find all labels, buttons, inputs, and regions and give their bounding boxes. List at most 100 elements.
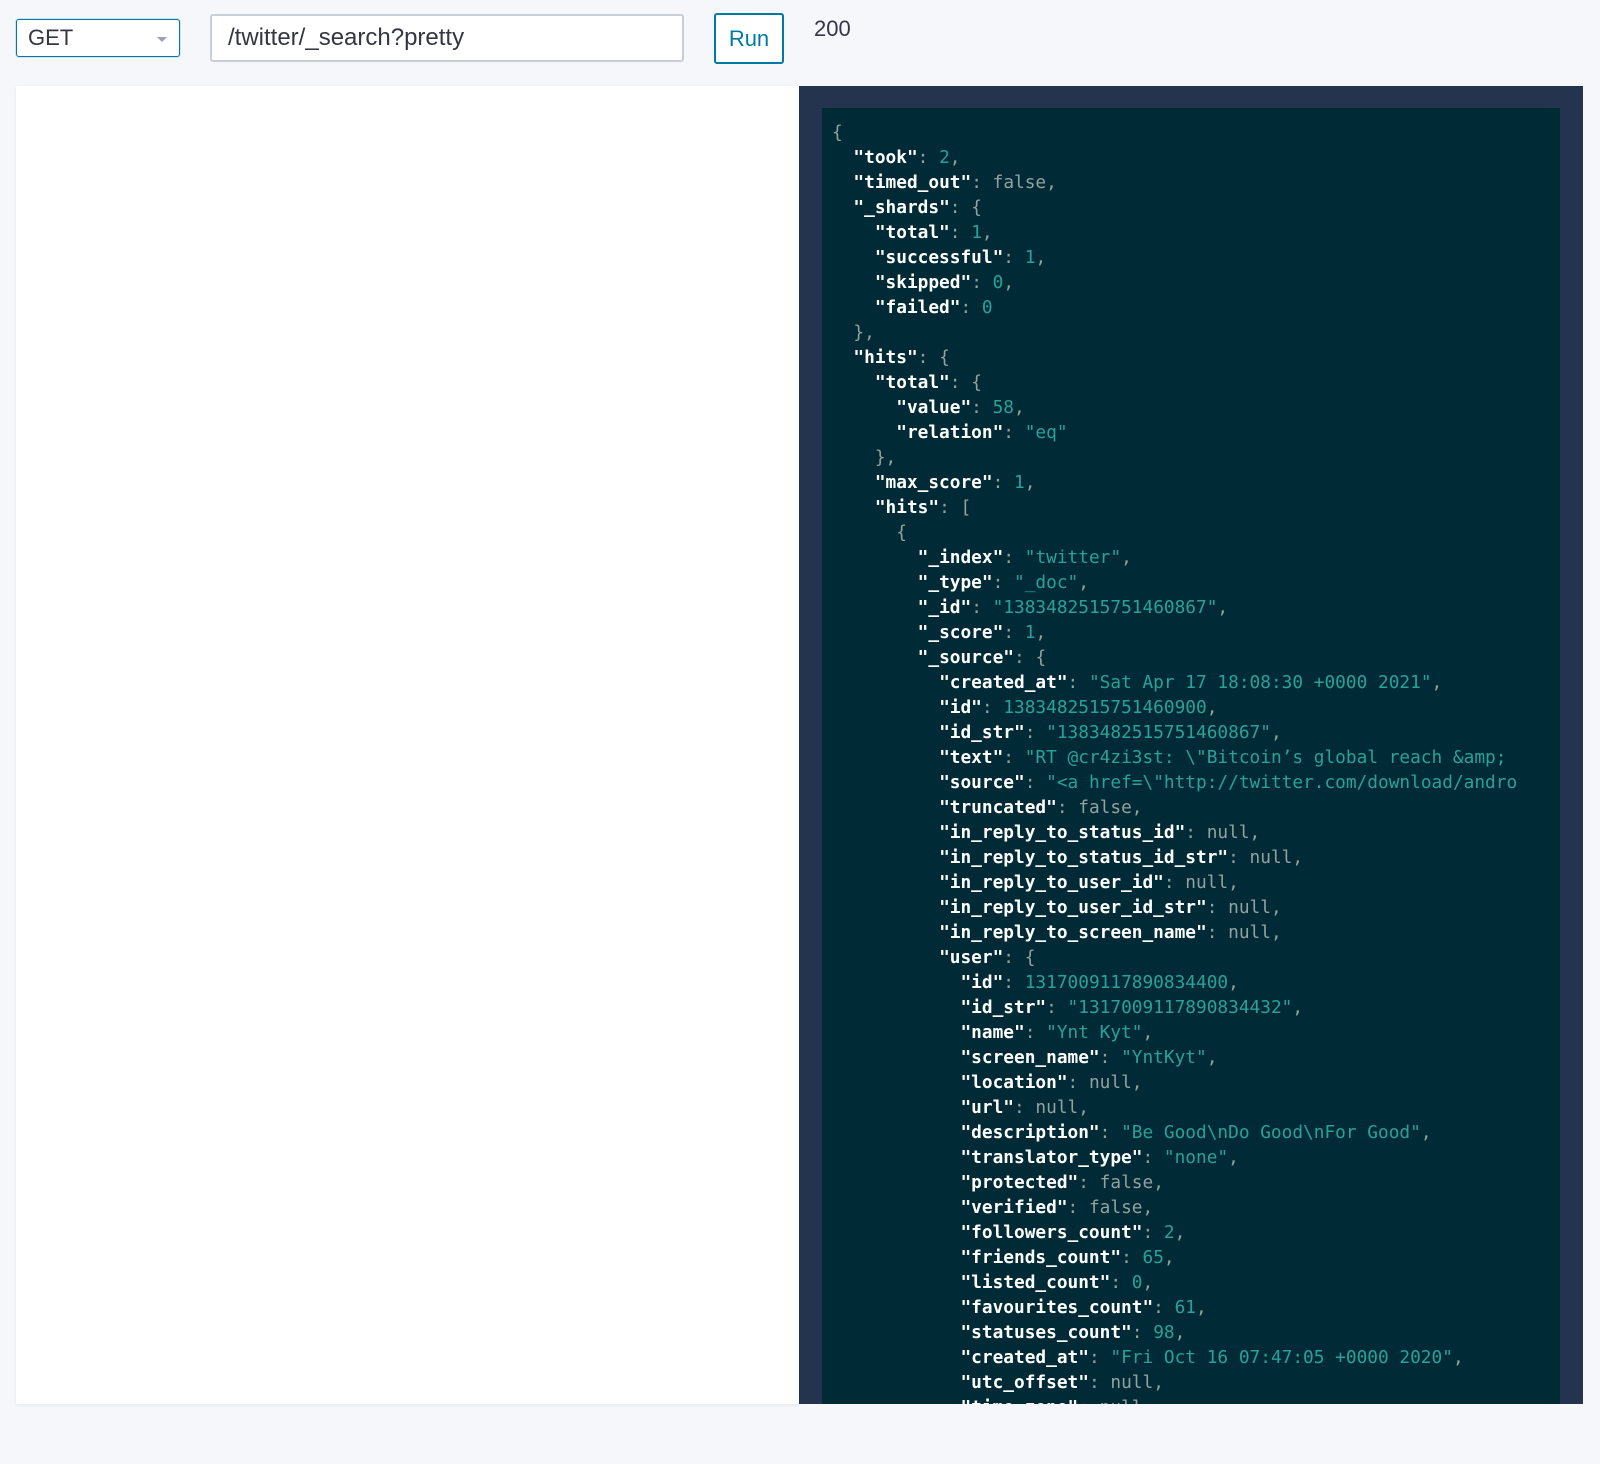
json-key: "in_reply_to_status_id" [939,822,1186,843]
json-value: "1383482515751460867" [992,597,1218,618]
json-value: 2 [1163,1222,1175,1243]
json-value: null [1185,872,1229,893]
json-key: "statuses_count" [960,1322,1132,1343]
json-line: "protected": false, [960,1172,1164,1193]
json-line: "friends_count": 65, [960,1247,1175,1268]
json-punctuation: { [896,522,907,543]
json-line: "statuses_count": 98, [960,1322,1186,1343]
json-key: "hits" [853,347,918,368]
json-key: "total" [874,222,950,243]
json-value: "Be Good\nDo Good\nFor Good" [1121,1122,1421,1143]
request-toolbar: GET Run 200 [0,0,1600,80]
response-panel: { "took": 2, "timed_out": false, "_shard… [799,86,1583,1404]
json-line: "_score": 1, [917,622,1047,643]
json-line: "translator_type": "none", [960,1147,1239,1168]
json-key: "timed_out" [853,172,972,193]
json-key: "favourites_count" [960,1297,1154,1318]
json-key: "in_reply_to_user_id" [939,872,1164,893]
json-line: { [832,520,1560,545]
json-line: }, [832,320,1560,345]
json-value: false [992,172,1047,193]
json-value: "Ynt Kyt" [1046,1022,1143,1043]
json-value: null [1035,1097,1079,1118]
json-line: "favourites_count": 61, [960,1297,1207,1318]
json-value: "Fri Oct 16 07:47:05 +0000 2020" [1110,1347,1453,1368]
json-value: 65 [1142,1247,1164,1268]
json-line: "value": 58, [896,397,1025,418]
json-key: "source" [939,772,1025,793]
json-line: "failed": 0 [874,297,993,318]
json-line: "in_reply_to_user_id_str": null, [939,897,1282,918]
json-line: "skipped": 0, [874,272,1015,293]
json-value: { [971,372,982,393]
response-status-code: 200 [814,16,851,41]
http-method-value: GET [28,25,74,50]
json-key: "verified" [960,1197,1068,1218]
json-value: "1383482515751460867" [1046,722,1271,743]
json-value: [ [960,497,972,518]
json-key: "_type" [917,572,993,593]
json-key: "_id" [917,597,972,618]
json-value: null [1249,847,1293,868]
json-value: 1 [971,222,982,243]
json-line: "name": "Ynt Kyt", [960,1022,1154,1043]
json-value: { [1024,947,1036,968]
json-key: "value" [896,397,972,418]
json-key: "protected" [960,1172,1079,1193]
run-button[interactable]: Run [714,13,784,64]
request-body-panel[interactable] [16,86,799,1404]
http-method-select[interactable]: GET [16,19,180,57]
json-key: "id" [939,697,982,718]
json-value: "twitter" [1024,547,1122,568]
json-line: "listed_count": 0, [960,1272,1154,1293]
json-value: 1 [1024,247,1036,268]
json-key: "text" [939,747,1004,768]
json-line: "id": 1383482515751460900, [939,697,1218,718]
json-line: "user": { [939,947,1036,968]
json-line: "verified": false, [960,1197,1154,1218]
json-line: "successful": 1, [874,247,1047,268]
json-line: "time_zone": null, [832,1395,1560,1404]
request-url-input[interactable] [210,14,684,62]
json-value: 1 [1014,472,1025,493]
json-line: "hits": { [853,347,950,368]
json-line: "truncated": false, [939,797,1143,818]
json-key: "max_score" [874,472,993,493]
json-key: "truncated" [939,797,1057,818]
json-value: 61 [1174,1297,1197,1318]
json-line: "in_reply_to_status_id_str": null, [939,847,1304,868]
json-value: 98 [1153,1322,1175,1343]
json-key: "description" [960,1122,1100,1143]
json-key: "created_at" [939,672,1068,693]
json-value: { [971,197,982,218]
json-key: "id" [960,972,1004,993]
json-line: "_index": "twitter", [917,547,1132,568]
json-line: "took": 2, [853,147,961,168]
json-value: "Sat Apr 17 18:08:30 +0000 2021" [1088,672,1432,693]
json-punctuation: { [832,122,843,143]
json-value: { [1035,647,1047,668]
response-json: { "took": 2, "timed_out": false, "_shard… [822,108,1560,1404]
json-line: "relation": "eq" [896,422,1068,443]
json-key: "listed_count" [960,1272,1111,1293]
json-line: "_shards": { [853,197,982,218]
json-key: "total" [874,372,950,393]
json-key: "translator_type" [960,1147,1143,1168]
response-code-area[interactable]: { "took": 2, "timed_out": false, "_shard… [822,108,1560,1404]
json-line: "total": { [874,372,982,393]
json-key: "_shards" [853,197,950,218]
json-key: "followers_count" [960,1222,1143,1243]
json-value: null [1228,922,1271,943]
chevron-down-icon [157,37,167,42]
json-line: "id_str": "1383482515751460867", [939,722,1282,743]
json-line: "timed_out": false, [853,172,1057,193]
json-value: false [1078,797,1132,818]
json-value: null [1206,822,1250,843]
json-value: "_doc" [1014,572,1079,593]
json-value: "eq" [1024,422,1068,443]
json-key: "url" [960,1097,1014,1118]
json-line: "source": "<a href=\"http://twitter.com/… [939,772,1518,793]
json-key: "in_reply_to_user_id_str" [939,897,1207,918]
json-value: null [1088,1072,1132,1093]
json-line: "in_reply_to_status_id": null, [939,822,1261,843]
